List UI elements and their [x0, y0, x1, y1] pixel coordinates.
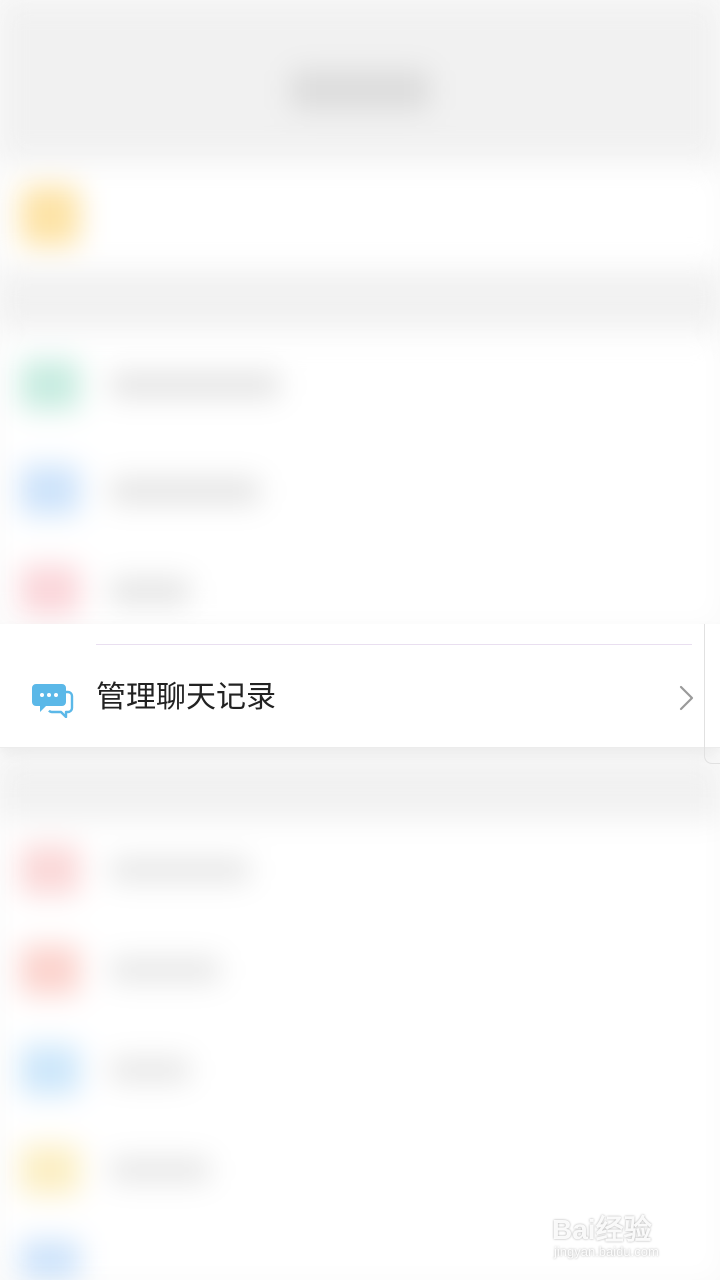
- blurred-icon-blue: [20, 1240, 80, 1280]
- screen-edge-frame: [704, 624, 720, 764]
- blurred-icon-red: [20, 845, 80, 895]
- blurred-icon-red: [20, 565, 80, 615]
- chevron-right-icon: [678, 684, 696, 712]
- blurred-icon-blue: [20, 1045, 80, 1095]
- manage-chat-history-label: 管理聊天记录: [96, 680, 276, 715]
- chat-bubbles-icon: [30, 678, 74, 719]
- blurred-text: [110, 478, 260, 504]
- blurred-profile-row: [0, 170, 720, 266]
- blurred-section-header: [0, 760, 720, 820]
- watermark-url: jingyan.baidu.com: [554, 1244, 659, 1259]
- blurred-settings-group-1: [0, 335, 720, 625]
- blurred-icon-red: [20, 945, 80, 995]
- blurred-text: [110, 1058, 190, 1082]
- blurred-icon-blue: [20, 465, 80, 515]
- blurred-icon-green: [20, 360, 80, 410]
- blurred-page-title: [290, 70, 430, 110]
- blurred-text: [110, 958, 220, 982]
- blurred-avatar: [20, 186, 80, 246]
- blurred-text: [110, 372, 280, 398]
- manage-chat-history-row[interactable]: 管理聊天记录: [0, 624, 720, 748]
- blurred-section-header: [0, 270, 720, 330]
- blurred-text: [110, 858, 250, 882]
- baidu-jingyan-watermark: Bai经验 jingyan.baidu.com: [552, 1198, 692, 1268]
- row-divider: [96, 644, 692, 645]
- blurred-text: [110, 578, 190, 604]
- blurred-text: [110, 1158, 210, 1182]
- watermark-brand: Bai经验: [552, 1214, 652, 1245]
- blurred-icon-yellow: [20, 1145, 80, 1195]
